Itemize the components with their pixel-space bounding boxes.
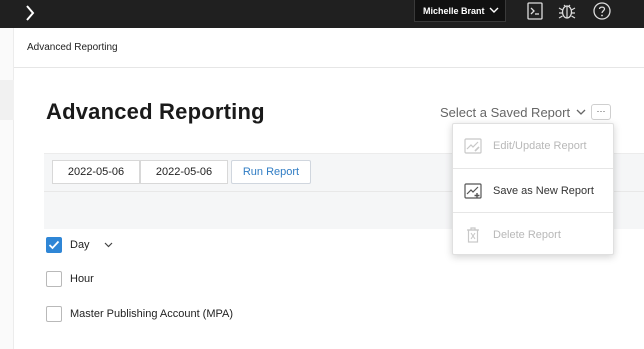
chevron-down-icon bbox=[576, 109, 586, 115]
dimension-mpa-row: Master Publishing Account (MPA) bbox=[46, 306, 233, 322]
edit-chart-icon bbox=[464, 137, 482, 155]
breadcrumb: Advanced Reporting bbox=[14, 28, 644, 68]
more-options-button[interactable]: ··· bbox=[591, 104, 611, 120]
save-chart-icon bbox=[464, 182, 482, 200]
day-checkbox[interactable] bbox=[46, 237, 62, 253]
saved-report-select[interactable]: Select a Saved Report bbox=[440, 105, 586, 120]
dimension-day-row: Day bbox=[46, 237, 113, 253]
hour-label: Hour bbox=[70, 273, 94, 285]
user-name: Michelle Brant bbox=[423, 5, 485, 16]
debug-button[interactable] bbox=[557, 1, 577, 21]
menu-label-delete: Delete Report bbox=[493, 229, 561, 241]
end-date-field[interactable]: 2022-05-06 bbox=[140, 160, 228, 184]
help-button[interactable] bbox=[592, 1, 612, 21]
chevron-down-icon bbox=[489, 7, 499, 13]
user-menu[interactable]: Michelle Brant bbox=[414, 0, 506, 22]
mpa-label: Master Publishing Account (MPA) bbox=[70, 308, 234, 320]
hour-checkbox[interactable] bbox=[46, 271, 62, 287]
left-sidebar-strip bbox=[0, 28, 14, 349]
expand-sidebar-button[interactable] bbox=[18, 2, 42, 24]
chevron-right-icon bbox=[26, 5, 35, 21]
chevron-down-icon bbox=[104, 242, 112, 248]
terminal-button[interactable] bbox=[525, 1, 545, 21]
day-label: Day bbox=[70, 239, 90, 251]
trash-icon bbox=[464, 226, 482, 244]
help-icon bbox=[593, 2, 611, 20]
mpa-checkbox[interactable] bbox=[46, 306, 62, 322]
menu-label-edit: Edit/Update Report bbox=[493, 140, 587, 152]
menu-item-delete-report[interactable]: Delete Report bbox=[453, 213, 613, 257]
day-expand-button[interactable] bbox=[104, 242, 113, 248]
run-report-button[interactable]: Run Report bbox=[231, 160, 311, 184]
breadcrumb-current: Advanced Reporting bbox=[27, 42, 118, 53]
page-title: Advanced Reporting bbox=[46, 99, 265, 124]
menu-label-save: Save as New Report bbox=[493, 185, 594, 197]
menu-item-save-new-report[interactable]: Save as New Report bbox=[453, 169, 613, 213]
checkmark-icon bbox=[48, 240, 60, 250]
start-date-field[interactable]: 2022-05-06 bbox=[52, 160, 140, 184]
saved-report-label: Select a Saved Report bbox=[440, 105, 571, 120]
dimension-hour-row: Hour bbox=[46, 271, 94, 287]
bug-icon bbox=[558, 4, 576, 19]
menu-item-edit-report[interactable]: Edit/Update Report bbox=[453, 124, 613, 168]
saved-report-menu: Edit/Update Report Save as New Report De… bbox=[452, 123, 614, 255]
sidebar-marker bbox=[0, 80, 14, 120]
top-bar: Michelle Brant bbox=[0, 0, 644, 28]
terminal-icon bbox=[527, 2, 543, 20]
